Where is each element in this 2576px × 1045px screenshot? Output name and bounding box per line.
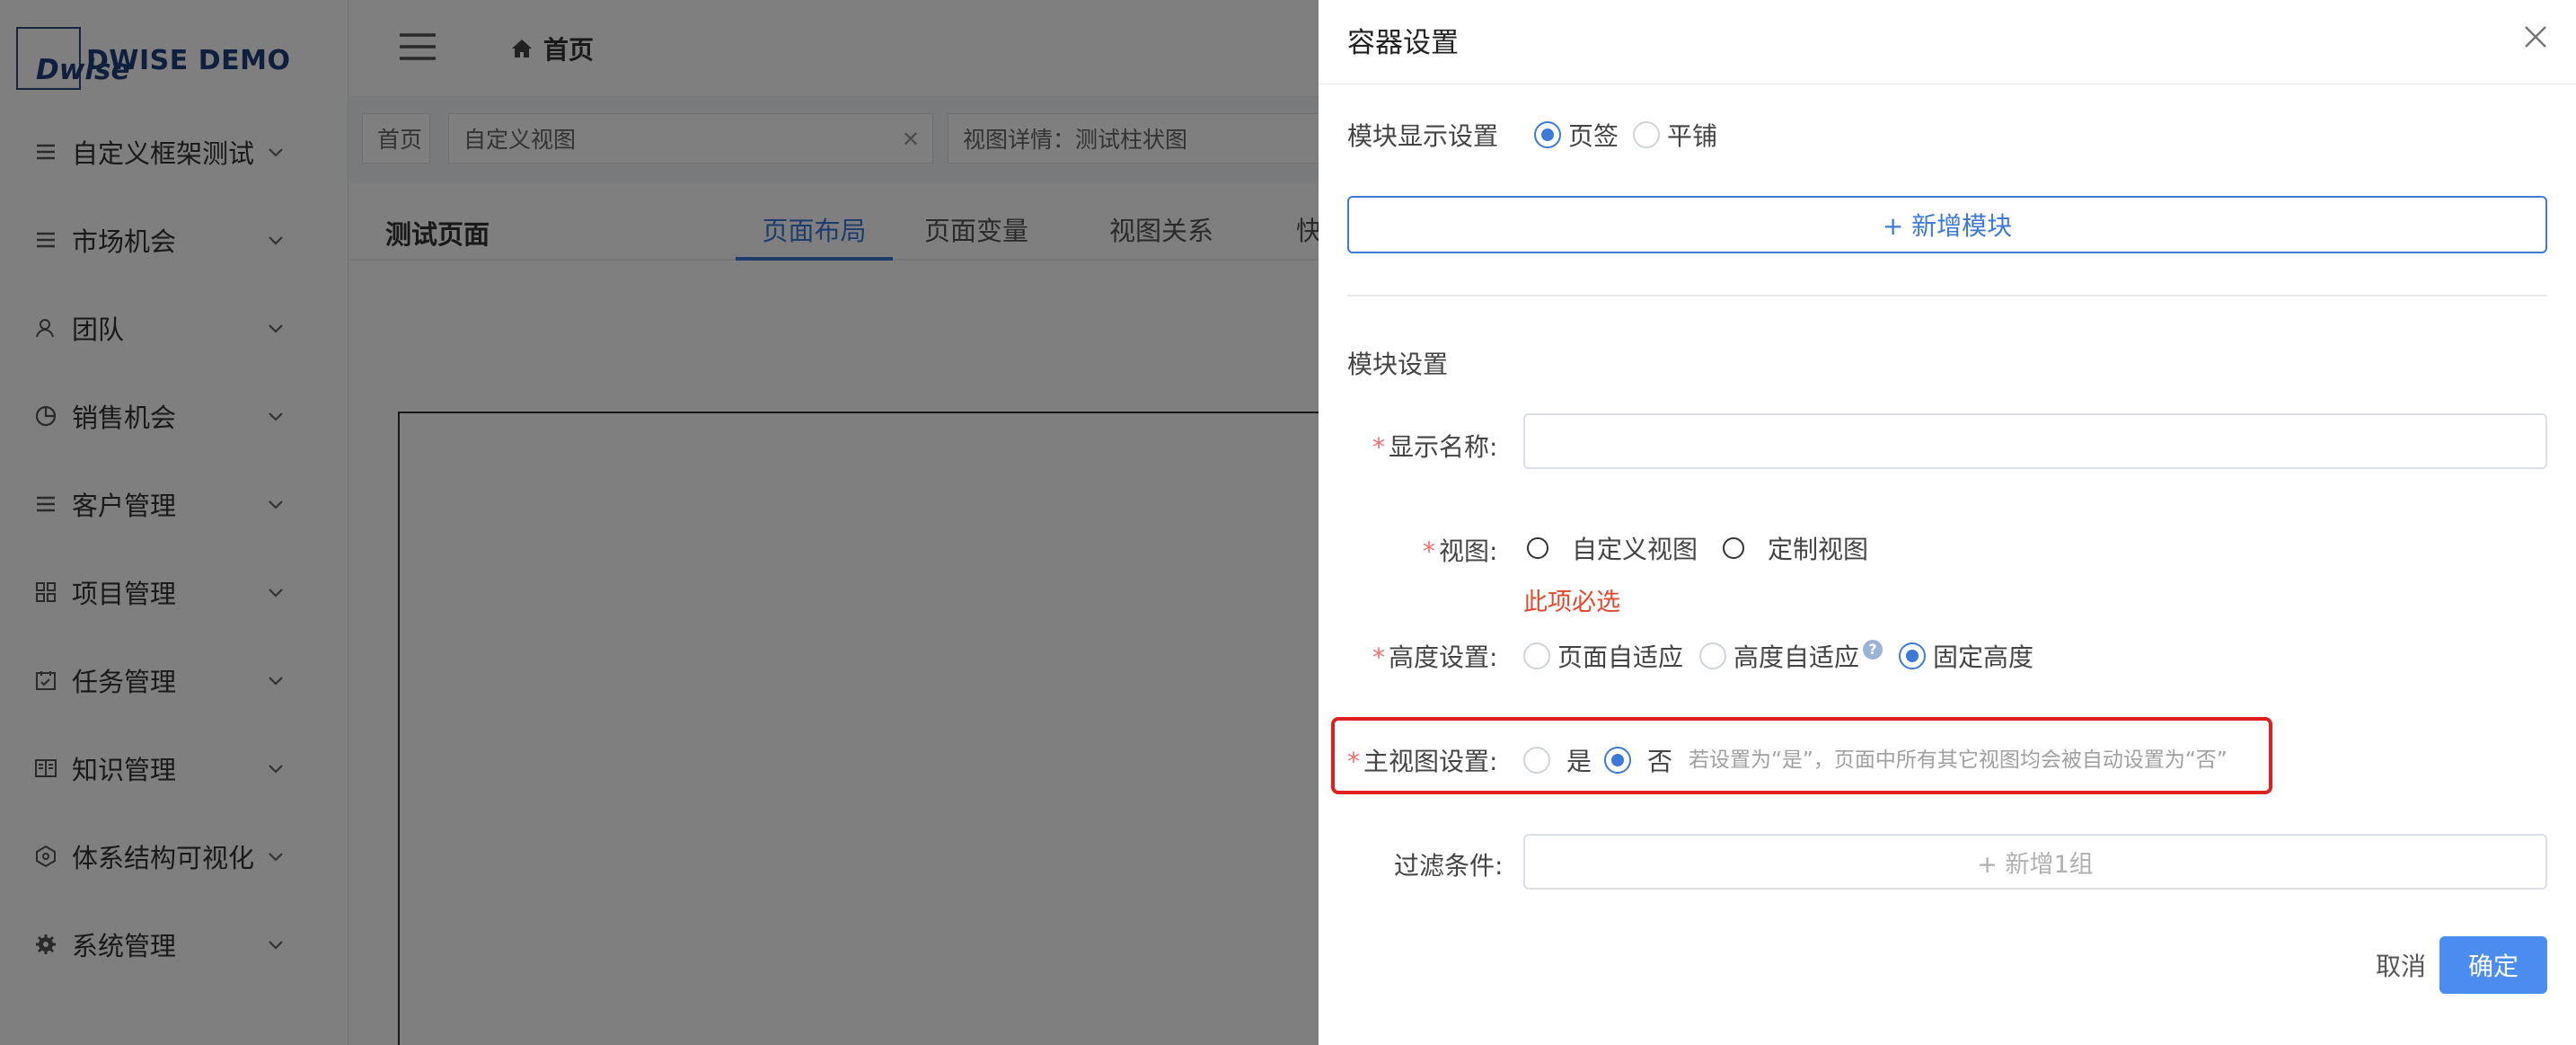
display-name-input[interactable] (1523, 413, 2547, 469)
radio-dot-checked (1899, 642, 1926, 669)
radio-label: 页面自适应 (1557, 642, 1684, 672)
radio-label: 高度自适应 (1734, 642, 1860, 672)
required-mark: * (1372, 642, 1385, 672)
radio-dot (1699, 642, 1726, 669)
radio-dot (1523, 747, 1550, 774)
radio-label: 页签 (1568, 121, 1619, 151)
radio-custom-view[interactable]: 自定义视图 (1527, 530, 1698, 566)
radio-dot (1723, 537, 1744, 559)
main-view-setting-label: * 主视图设置: (1347, 747, 1498, 776)
main-view-hint: 若设置为“是”，页面中所有其它视图均会被自动设置为“否” (1689, 748, 2228, 772)
required-mark: * (1347, 747, 1360, 776)
module-settings-heading: 模块设置 (1347, 350, 1449, 379)
close-icon[interactable] (2522, 23, 2549, 50)
radio-main-view-yes[interactable]: 是 (1523, 742, 1592, 778)
add-filter-group-button[interactable]: + 新增1组 (1523, 834, 2547, 890)
radio-dot (1523, 642, 1550, 669)
radio-label: 固定高度 (1933, 642, 2034, 672)
radio-height-adaptive[interactable]: 高度自适应 (1699, 638, 1859, 674)
display-name-label: * 显示名称: (1372, 432, 1498, 462)
section-divider (1347, 295, 2547, 297)
add-module-button[interactable]: + 新增模块 (1347, 196, 2547, 253)
confirm-button[interactable]: 确定 (2439, 936, 2547, 994)
radio-label: 平铺 (1667, 121, 1718, 151)
cancel-button[interactable]: 取消 (2351, 936, 2450, 994)
required-mark: * (1372, 432, 1385, 462)
view-label: * 视图: (1423, 536, 1498, 566)
drawer-title: 容器设置 (1347, 27, 1459, 59)
radio-tailored-view[interactable]: 定制视图 (1723, 530, 1868, 566)
radio-label: 是 (1566, 747, 1592, 776)
radio-fixed-height[interactable]: 固定高度 (1899, 638, 2033, 674)
radio-dot (1527, 537, 1548, 559)
view-error-text: 此项必选 (1523, 589, 1620, 616)
radio-tabs[interactable]: 页签 (1534, 117, 1619, 153)
radio-label: 否 (1647, 747, 1673, 776)
drawer-header: 容器设置 (1319, 0, 2576, 84)
radio-label: 自定义视图 (1572, 535, 1698, 564)
filter-condition-label: 过滤条件: (1394, 851, 1504, 881)
radio-main-view-no[interactable]: 否 (1604, 742, 1672, 778)
radio-dot (1633, 121, 1660, 148)
required-mark: * (1423, 536, 1435, 566)
height-setting-label: * 高度设置: (1372, 642, 1498, 672)
radio-dot-checked (1604, 747, 1631, 774)
radio-dot-checked (1534, 121, 1561, 148)
question-help-icon[interactable]: ? (1863, 640, 1883, 660)
radio-page-adaptive[interactable]: 页面自适应 (1523, 638, 1683, 674)
radio-tiled[interactable]: 平铺 (1633, 117, 1717, 153)
container-settings-drawer: 容器设置 模块显示设置 页签 平铺 + 新增模块 模块设置 * 显示名称: * 视图… (1319, 0, 2576, 1045)
module-display-label: 模块显示设置 (1347, 121, 1499, 151)
radio-label: 定制视图 (1768, 535, 1869, 564)
